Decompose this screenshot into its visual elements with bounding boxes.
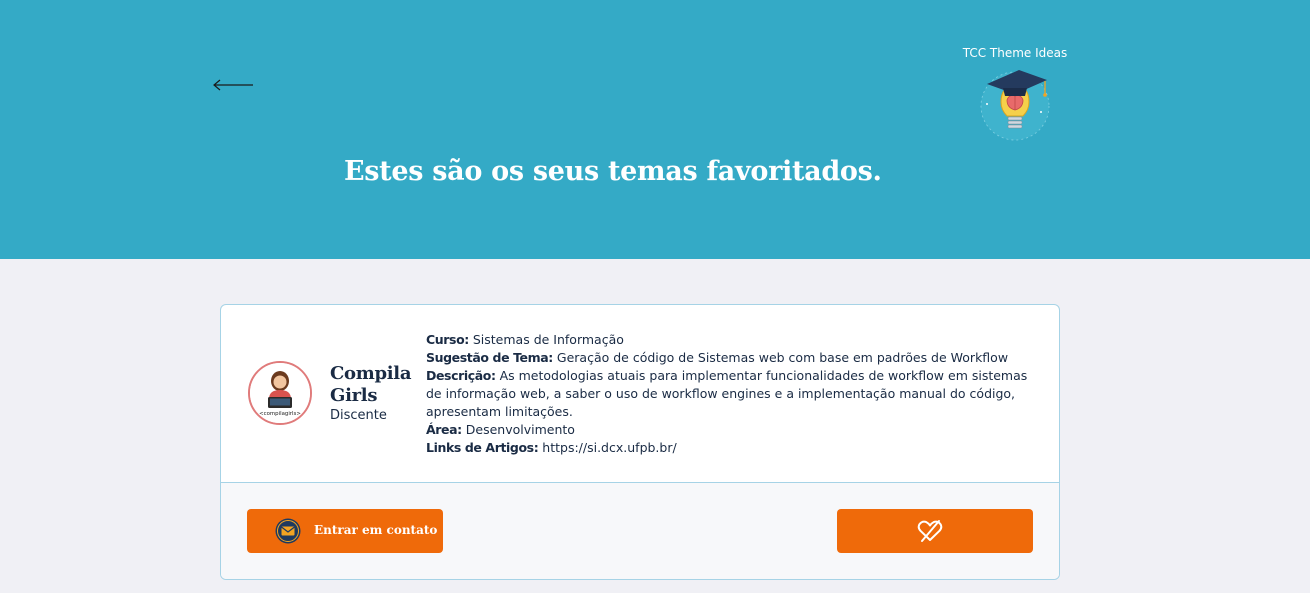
field-value: As metodologias atuais para implementar … bbox=[426, 368, 1028, 419]
field-label: Descrição: bbox=[426, 368, 496, 383]
contact-button-label: Entrar em contato bbox=[314, 523, 438, 537]
author-name: Compila Girls bbox=[330, 363, 412, 406]
unfavorite-button[interactable] bbox=[837, 509, 1033, 553]
field-area: Área: Desenvolvimento bbox=[426, 421, 1038, 439]
page-title: Estes são os seus temas favoritados. bbox=[344, 156, 882, 187]
author-avatar: <compilagirls> bbox=[248, 361, 312, 425]
field-value: Sistemas de Informação bbox=[472, 332, 624, 347]
field-label: Área: bbox=[426, 422, 462, 437]
field-label: Links de Artigos: bbox=[426, 440, 539, 455]
field-article-links: Links de Artigos: https://si.dcx.ufpb.br… bbox=[426, 439, 1038, 457]
article-link[interactable]: https://si.dcx.ufpb.br/ bbox=[542, 440, 676, 455]
hero-header: TCC Theme Ideas Estes são os seus temas … bbox=[0, 0, 1310, 259]
theme-card: <compilagirls> Compila Girls Discente Cu… bbox=[220, 304, 1060, 580]
field-description: Descrição: As metodologias atuais para i… bbox=[426, 367, 1038, 421]
avatar-caption: <compilagirls> bbox=[259, 411, 301, 417]
author-block: Compila Girls Discente bbox=[330, 363, 420, 423]
theme-details: Curso: Sistemas de Informação Sugestão d… bbox=[426, 331, 1038, 457]
heart-crossed-icon bbox=[917, 520, 943, 542]
field-label: Sugestão de Tema: bbox=[426, 350, 553, 365]
theme-card-footer: Entrar em contato bbox=[221, 483, 1059, 579]
brand-name: TCC Theme Ideas bbox=[962, 46, 1068, 60]
author-role: Discente bbox=[330, 408, 387, 423]
envelope-icon bbox=[275, 518, 301, 544]
field-label: Curso: bbox=[426, 332, 469, 347]
brand[interactable]: TCC Theme Ideas bbox=[958, 46, 1072, 144]
contact-button[interactable]: Entrar em contato bbox=[247, 509, 443, 553]
compila-girls-avatar: <compilagirls> bbox=[250, 363, 310, 423]
field-theme-suggestion: Sugestão de Tema: Geração de código de S… bbox=[426, 349, 1038, 367]
arrow-left-icon[interactable] bbox=[212, 75, 254, 95]
theme-card-body: <compilagirls> Compila Girls Discente Cu… bbox=[221, 305, 1059, 483]
field-value: Desenvolvimento bbox=[465, 422, 575, 437]
field-value: Geração de código de Sistemas web com ba… bbox=[556, 350, 1009, 365]
field-course: Curso: Sistemas de Informação bbox=[426, 331, 1038, 349]
graduation-cap-lightbulb-icon bbox=[980, 70, 1050, 141]
